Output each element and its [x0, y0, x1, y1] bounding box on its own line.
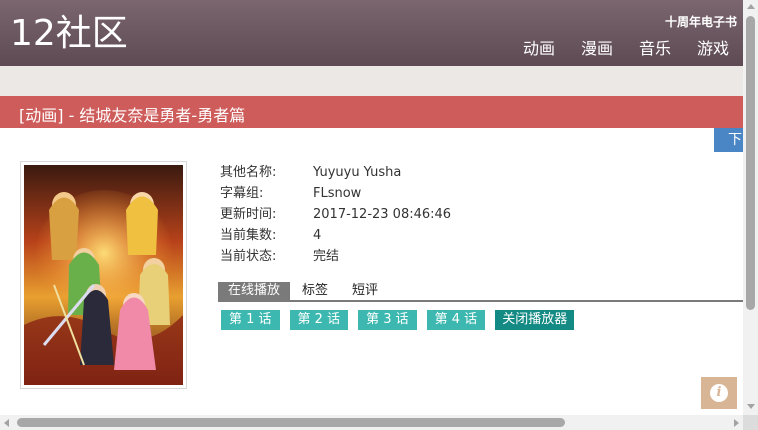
info-row-alt-name: 其他名称: Yuyuyu Yusha [220, 162, 451, 183]
nav-item-manga[interactable]: 漫画 [581, 38, 613, 60]
tab-online-play[interactable]: 在线播放 [218, 282, 291, 300]
main-nav: 动画 漫画 音乐 游戏 [523, 38, 729, 60]
anime-poster[interactable] [20, 161, 187, 389]
content-tabs: 在线播放 标签 短评 [218, 282, 743, 302]
info-value: 完结 [313, 249, 340, 264]
episode-list: 第 1 话 第 2 话 第 3 话 第 4 话 关闭播放器 [221, 310, 575, 330]
scroll-left-icon[interactable] [4, 419, 9, 427]
info-label: 更新时间: [220, 207, 277, 222]
scroll-down-icon[interactable] [747, 404, 755, 409]
info-value: 2017-12-23 08:46:46 [313, 207, 452, 222]
tab-reviews[interactable]: 短评 [340, 282, 390, 300]
info-label: 其他名称: [220, 165, 277, 180]
download-button[interactable]: 下 [714, 128, 743, 152]
scrollbar-corner [743, 415, 758, 430]
episode-button-1[interactable]: 第 1 话 [221, 310, 280, 330]
info-label: 字幕组: [220, 186, 264, 201]
episode-button-2[interactable]: 第 2 话 [289, 310, 349, 330]
site-logo[interactable]: 12社区 [10, 12, 128, 56]
scroll-up-icon[interactable] [747, 4, 755, 9]
info-row-updated: 更新时间: 2017-12-23 08:46:46 [220, 204, 451, 225]
info-row-status: 当前状态: 完结 [220, 246, 451, 267]
vertical-scroll-thumb[interactable] [746, 16, 755, 310]
info-button[interactable]: i [701, 377, 737, 409]
horizontal-scroll-thumb[interactable] [17, 418, 565, 427]
page: 12社区 十周年电子书 动画 漫画 音乐 游戏 [动画] - 结城友奈是勇者-勇… [0, 0, 758, 430]
nav-item-music[interactable]: 音乐 [639, 38, 671, 60]
scroll-right-icon[interactable] [734, 419, 739, 427]
tab-tags[interactable]: 标签 [290, 282, 340, 300]
info-value: 4 [313, 228, 322, 243]
promo-link[interactable]: 十周年电子书 [665, 13, 737, 30]
nav-item-games[interactable]: 游戏 [697, 38, 729, 60]
info-label: 当前状态: [220, 249, 277, 264]
anime-info: 其他名称: Yuyuyu Yusha 字幕组: FLsnow 更新时间: 201… [220, 162, 451, 267]
nav-item-anime[interactable]: 动画 [523, 38, 555, 60]
sub-bar [0, 66, 743, 96]
info-value: Yuyuyu Yusha [313, 165, 402, 180]
episode-button-4[interactable]: 第 4 话 [426, 310, 486, 330]
close-player-button[interactable]: 关闭播放器 [495, 310, 575, 330]
vertical-scrollbar[interactable] [743, 0, 758, 430]
site-header: 12社区 十周年电子书 动画 漫画 音乐 游戏 [0, 0, 743, 66]
info-value: FLsnow [313, 186, 362, 201]
page-title: [动画] - 结城友奈是勇者-勇者篇 [19, 106, 246, 125]
info-row-episodes: 当前集数: 4 [220, 225, 451, 246]
horizontal-scrollbar[interactable] [0, 415, 743, 430]
episode-button-3[interactable]: 第 3 话 [358, 310, 417, 330]
info-label: 当前集数: [220, 228, 277, 243]
anime-poster-image [24, 165, 183, 385]
info-icon: i [710, 384, 728, 402]
info-row-subgroup: 字幕组: FLsnow [220, 183, 451, 204]
title-bar: [动画] - 结城友奈是勇者-勇者篇 [0, 96, 743, 128]
